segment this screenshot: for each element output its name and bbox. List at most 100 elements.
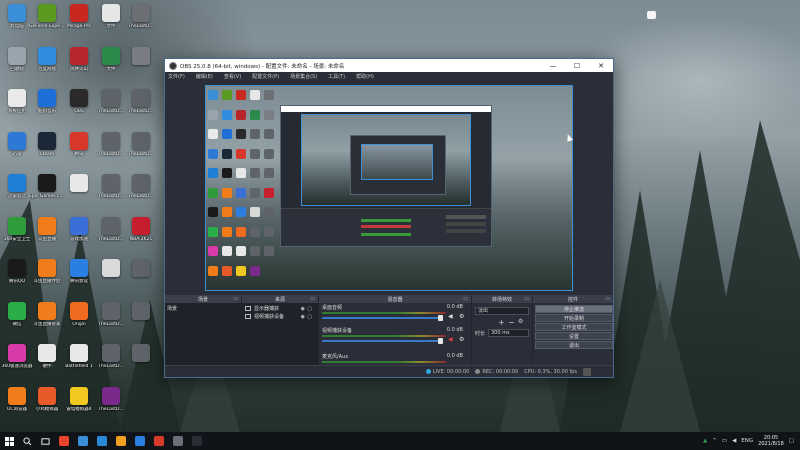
taskbar-app[interactable] (54, 432, 73, 450)
scene-item[interactable]: 场景 (165, 305, 241, 312)
lock-icon[interactable]: ▢ (307, 314, 312, 320)
add-transition-button[interactable]: + (498, 318, 505, 327)
nvidia-tray-icon[interactable]: ▲ (703, 438, 707, 444)
expand-tray-icon[interactable]: ⌃ (712, 438, 717, 444)
desktop-icon[interactable]: 雷电模拟器4 (62, 386, 96, 427)
desktop-icon[interactable]: TheLastD... (124, 89, 158, 129)
desktop-icon[interactable] (124, 46, 158, 87)
desktop-icon[interactable]: 腾讯 (62, 131, 96, 172)
visibility-eye-icon[interactable]: ◉ (301, 306, 305, 312)
desktop-icon[interactable]: Steam (30, 131, 64, 172)
preview-mini-icon (264, 207, 274, 217)
menu-view[interactable]: 查看(V) (224, 73, 241, 80)
desktop-icon[interactable]: 游戏加速 (62, 216, 96, 257)
taskbar-app[interactable] (168, 432, 187, 450)
source-item[interactable]: 显示器捕获 ◉ ▢ (245, 305, 313, 312)
desktop-icon[interactable] (124, 301, 158, 342)
speaker-icon[interactable]: ◀ (448, 314, 454, 320)
undock-icon[interactable]: ▭ (524, 296, 529, 302)
desktop-icon[interactable]: OBS (62, 89, 96, 129)
desktop-notification-icon[interactable] (647, 11, 656, 19)
menu-tools[interactable]: 工具(T) (328, 73, 345, 80)
scenes-list[interactable]: 场景 (165, 303, 241, 365)
fader-handle[interactable] (438, 338, 443, 344)
menu-scene-collection[interactable]: 场景集合(S) (290, 73, 317, 80)
remove-transition-button[interactable]: − (508, 318, 515, 327)
language-indicator[interactable]: ENG (741, 438, 753, 444)
studio-mode-button[interactable]: 工作室模式 (535, 323, 613, 331)
notification-center-icon[interactable]: ▢ (789, 438, 794, 444)
obs-window[interactable]: OBS 25.0.8 (64-bit, windows) - 配置文件: 未命名… (164, 58, 614, 378)
desktop-icon[interactable]: Battlefield 1 (62, 344, 96, 384)
windows-start-icon[interactable] (0, 432, 18, 450)
desktop-icon[interactable]: 小鸡模拟器 (30, 386, 64, 427)
desktop-icon[interactable]: 百度网盘 (30, 46, 64, 87)
muted-speaker-icon[interactable]: ◀ (448, 337, 454, 343)
desktop-icon[interactable]: Mirage Pro (62, 4, 96, 44)
undock-icon[interactable]: ▭ (233, 296, 238, 302)
transition-gear-icon[interactable]: ⚙ (518, 318, 523, 325)
taskbar-app[interactable] (92, 432, 111, 450)
desktop-icon[interactable]: TheLastD... (94, 386, 128, 427)
preview-canvas[interactable] (205, 85, 573, 291)
taskbar-app[interactable] (149, 432, 168, 450)
desktop-icon[interactable]: 硬件 (30, 344, 64, 384)
taskbar-app[interactable] (130, 432, 149, 450)
visibility-eye-icon[interactable]: ◉ (301, 314, 305, 320)
volume-fader[interactable] (322, 340, 440, 342)
network-icon[interactable]: ▭ (722, 438, 727, 444)
undock-icon[interactable]: ▭ (463, 296, 468, 302)
clock[interactable]: 20:05 2021/8/18 (758, 435, 784, 447)
start-recording-button[interactable]: 开始录制 (535, 314, 613, 322)
desktop-icon[interactable]: TheLastD... (124, 4, 158, 44)
menu-file[interactable]: 文件(F) (168, 73, 185, 80)
transition-type-select[interactable]: 淡出 (475, 307, 529, 315)
desktop-icon[interactable]: 文件 (94, 46, 128, 87)
sources-list[interactable]: 显示器捕获 ◉ ▢ 视频捕获设备 ◉ ▢ (242, 303, 318, 365)
minimize-button[interactable]: — (541, 59, 565, 72)
menu-profile[interactable]: 配置文件(P) (252, 73, 279, 80)
taskbar-app[interactable] (187, 432, 206, 450)
desktop-icon[interactable]: TheLastD... (94, 301, 128, 342)
desktop-icon[interactable] (62, 174, 96, 214)
fader-handle[interactable] (438, 315, 443, 321)
menu-edit[interactable]: 编辑(E) (196, 73, 213, 80)
duration-input[interactable]: 300 ms (488, 329, 529, 337)
desktop-icon[interactable]: 酷狗音乐 (30, 89, 64, 129)
desktop-icon[interactable]: TheLastD... (124, 131, 158, 172)
volume-fader[interactable] (322, 317, 440, 319)
menu-help[interactable]: 帮助(H) (356, 73, 374, 80)
maximize-button[interactable]: ☐ (565, 59, 589, 72)
gear-icon[interactable]: ⚙ (459, 314, 465, 320)
desktop-icon[interactable]: 斗鱼直播伴侣 (30, 259, 64, 299)
desktop-icon[interactable]: 腾讯会议 (62, 259, 96, 299)
stop-streaming-button[interactable]: 停止推流 (535, 305, 613, 313)
close-button[interactable]: ✕ (589, 59, 613, 72)
obs-titlebar[interactable]: OBS 25.0.8 (64-bit, windows) - 配置文件: 未命名… (165, 59, 613, 72)
exit-button[interactable]: 退出 (535, 341, 613, 349)
undock-icon[interactable]: ▭ (310, 296, 315, 302)
volume-icon[interactable]: ◀ (732, 438, 736, 444)
desktop-icon[interactable]: Origin (62, 301, 96, 342)
desktop-icon[interactable]: TheLastD... (94, 344, 128, 384)
gear-icon[interactable]: ⚙ (459, 337, 465, 343)
lock-icon[interactable]: ▢ (307, 306, 312, 312)
desktop-icon[interactable] (124, 344, 158, 384)
desktop-icon[interactable] (124, 259, 158, 299)
desktop-icon[interactable]: NBA 2K21 (124, 216, 158, 257)
desktop-icon[interactable]: 斗鱼直播管家 (30, 301, 64, 342)
taskbar-app[interactable] (73, 432, 92, 450)
taskbar-app[interactable] (111, 432, 130, 450)
desktop-icon[interactable]: 斗鱼直播 (30, 216, 64, 257)
desktop-icon[interactable] (94, 259, 128, 299)
search-icon[interactable] (18, 432, 36, 450)
desktop-icon[interactable]: Epic Games Launcher (29, 174, 65, 214)
desktop-icon[interactable]: TheLastD... (124, 174, 158, 214)
desktop-icon[interactable]: GeForce Experience (29, 4, 65, 44)
undock-icon[interactable]: ▭ (605, 296, 610, 302)
task-view-icon[interactable] (36, 432, 54, 450)
source-item[interactable]: 视频捕获设备 ◉ ▢ (245, 313, 313, 320)
desktop-icon[interactable]: 风林火山 (62, 46, 96, 87)
settings-button[interactable]: 设置 (535, 332, 613, 340)
app-icon (132, 259, 150, 277)
